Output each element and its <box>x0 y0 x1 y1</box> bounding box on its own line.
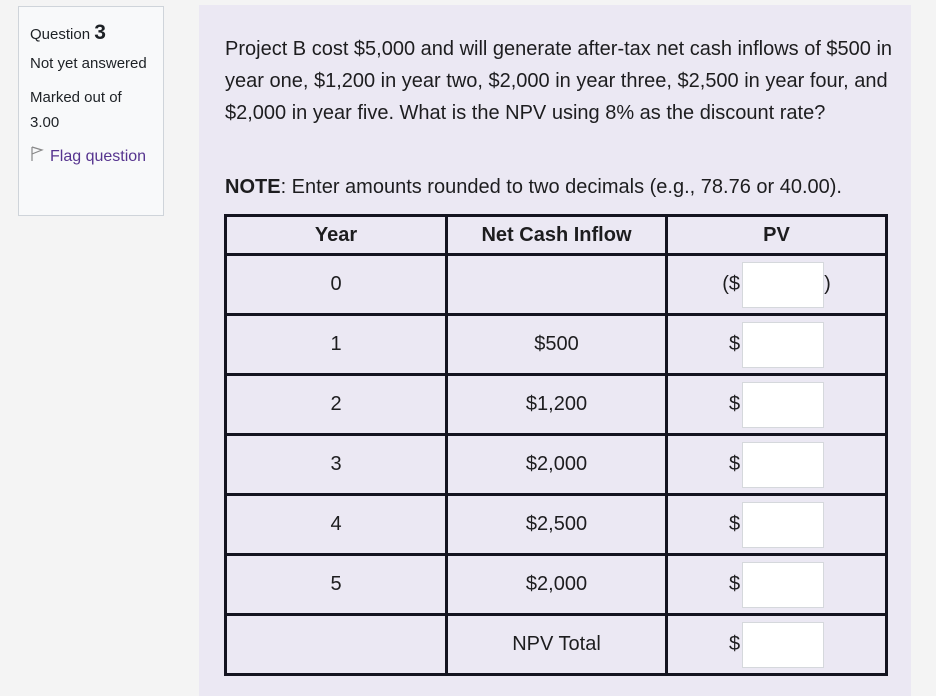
inflow-cell: $2,000 <box>445 553 668 616</box>
flag-icon <box>30 146 44 167</box>
table-row: 0 ($) <box>224 253 888 316</box>
pv-prefix: $ <box>728 513 741 535</box>
pv-field-group: $ <box>668 441 885 488</box>
table-row: 1 $500 $ <box>224 313 888 376</box>
pv-cell: $ <box>665 313 888 376</box>
pv-cell: $ <box>665 553 888 616</box>
pv-prefix: $ <box>728 453 741 475</box>
pv-input[interactable] <box>742 441 825 488</box>
inflow-cell: $500 <box>445 313 668 376</box>
question-grade: Marked out of 3.00 <box>30 89 122 131</box>
year-cell: 2 <box>224 373 448 436</box>
pv-prefix: $ <box>728 633 741 655</box>
pv-cell: $ <box>665 373 888 436</box>
table-row: 4 $2,500 $ <box>224 493 888 556</box>
pv-input[interactable] <box>742 621 825 668</box>
table-row: 2 $1,200 $ <box>224 373 888 436</box>
flag-question-link[interactable]: Flag question <box>30 146 152 167</box>
pv-field-group: $ <box>668 321 885 368</box>
note-text: : Enter amounts rounded to two decimals … <box>280 176 842 198</box>
question-text: Project B cost $5,000 and will generate … <box>225 38 893 124</box>
pv-field-group: $ <box>668 381 885 428</box>
table-header-row: Year Net Cash Inflow PV <box>224 214 888 256</box>
note-label: NOTE <box>225 176 281 198</box>
year-cell: 0 <box>224 253 448 316</box>
pv-input[interactable] <box>742 321 825 368</box>
pv-field-group: $ <box>668 501 885 548</box>
pv-suffix: ) <box>824 273 831 295</box>
inflow-cell: $2,500 <box>445 493 668 556</box>
pv-prefix: $ <box>728 333 741 355</box>
question-number-value: 3 <box>94 21 106 44</box>
question-info-panel: Question 3 Not yet answered Marked out o… <box>18 6 164 216</box>
pv-cell: $ <box>665 493 888 556</box>
question-note: NOTE: Enter amounts rounded to two decim… <box>225 171 842 203</box>
year-cell: 3 <box>224 433 448 496</box>
pv-cell: ($) <box>665 253 888 316</box>
pv-input[interactable] <box>742 261 825 308</box>
pv-field-group: $ <box>668 561 885 608</box>
header-pv: PV <box>665 214 888 256</box>
pv-field-group: $ <box>668 621 885 668</box>
question-state: Not yet answered <box>30 55 147 72</box>
question-content: Project B cost $5,000 and will generate … <box>199 5 911 696</box>
question-number: Question 3 <box>30 21 152 45</box>
pv-input[interactable] <box>742 501 825 548</box>
table-row: 5 $2,000 $ <box>224 553 888 616</box>
pv-input[interactable] <box>742 561 825 608</box>
question-label: Question <box>30 26 91 43</box>
inflow-cell: $1,200 <box>445 373 668 436</box>
pv-prefix: $ <box>728 573 741 595</box>
pv-prefix: ($ <box>722 273 741 295</box>
pv-cell: $ <box>665 433 888 496</box>
table-row: 3 $2,000 $ <box>224 433 888 496</box>
table-row: NPV Total $ <box>224 613 888 676</box>
npv-table: Year Net Cash Inflow PV 0 ($) 1 $500 $2 $1,20… <box>224 214 888 676</box>
header-year: Year <box>224 214 448 256</box>
inflow-cell <box>445 253 668 316</box>
pv-field-group: ($) <box>668 261 885 308</box>
year-cell: 5 <box>224 553 448 616</box>
pv-prefix: $ <box>728 393 741 415</box>
pv-input[interactable] <box>742 381 825 428</box>
header-net-cash-inflow: Net Cash Inflow <box>445 214 668 256</box>
inflow-cell: NPV Total <box>445 613 668 676</box>
pv-cell: $ <box>665 613 888 676</box>
flag-question-label: Flag question <box>50 147 147 165</box>
inflow-cell: $2,000 <box>445 433 668 496</box>
year-cell: 4 <box>224 493 448 556</box>
year-cell: 1 <box>224 313 448 376</box>
year-cell <box>224 613 448 676</box>
